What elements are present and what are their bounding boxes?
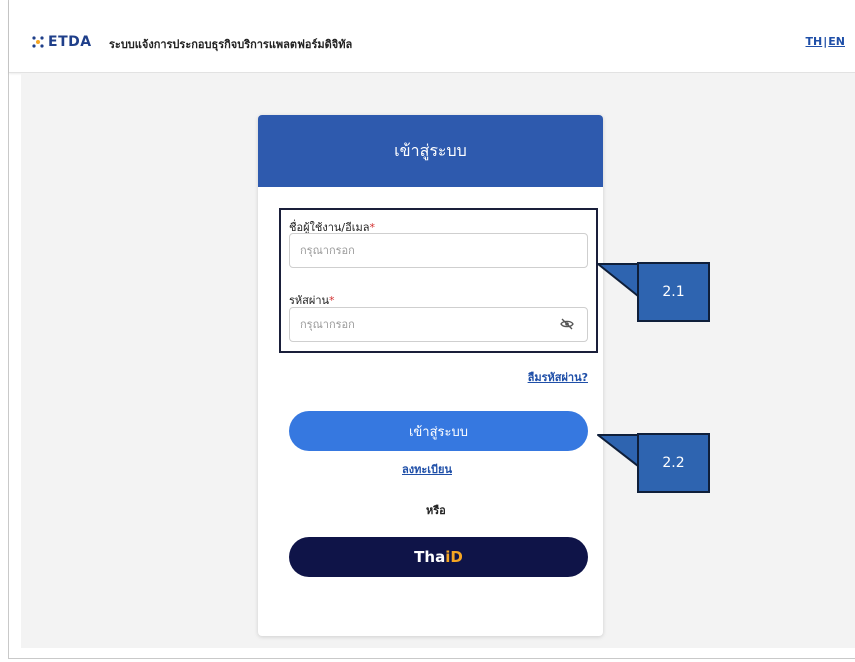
login-card-header: เข้าสู่ระบบ <box>258 115 603 187</box>
etda-logo-icon <box>32 36 44 48</box>
credentials-highlight-box <box>279 208 598 353</box>
forgot-password-link[interactable]: ลืมรหัสผ่าน? <box>528 368 588 386</box>
lang-en-link[interactable]: EN <box>828 35 845 48</box>
login-button[interactable]: เข้าสู่ระบบ <box>289 411 588 451</box>
etda-logo[interactable]: ETDA <box>31 33 92 51</box>
top-bar: ETDA ระบบแจ้งการประกอบธุรกิจบริการแพลตฟอ… <box>9 0 855 73</box>
language-switcher: TH|EN <box>806 35 845 48</box>
lang-th-link[interactable]: TH <box>806 35 823 48</box>
register-link[interactable]: ลงทะเบียน <box>402 460 452 478</box>
thaid-text-2: iD <box>445 548 463 566</box>
thaid-login-button[interactable]: ThaiD <box>289 537 588 577</box>
callout-2-1: 2.1 <box>637 262 710 322</box>
callout-2-2: 2.2 <box>637 433 710 493</box>
app-title: ระบบแจ้งการประกอบธุรกิจบริการแพลตฟอร์มดิ… <box>109 38 353 51</box>
logo-text: ETDA <box>48 34 92 50</box>
or-divider-text: หรือ <box>426 504 446 517</box>
thaid-text-1: Tha <box>414 548 446 566</box>
lang-separator: | <box>823 35 828 48</box>
login-title: เข้าสู่ระบบ <box>394 140 467 160</box>
